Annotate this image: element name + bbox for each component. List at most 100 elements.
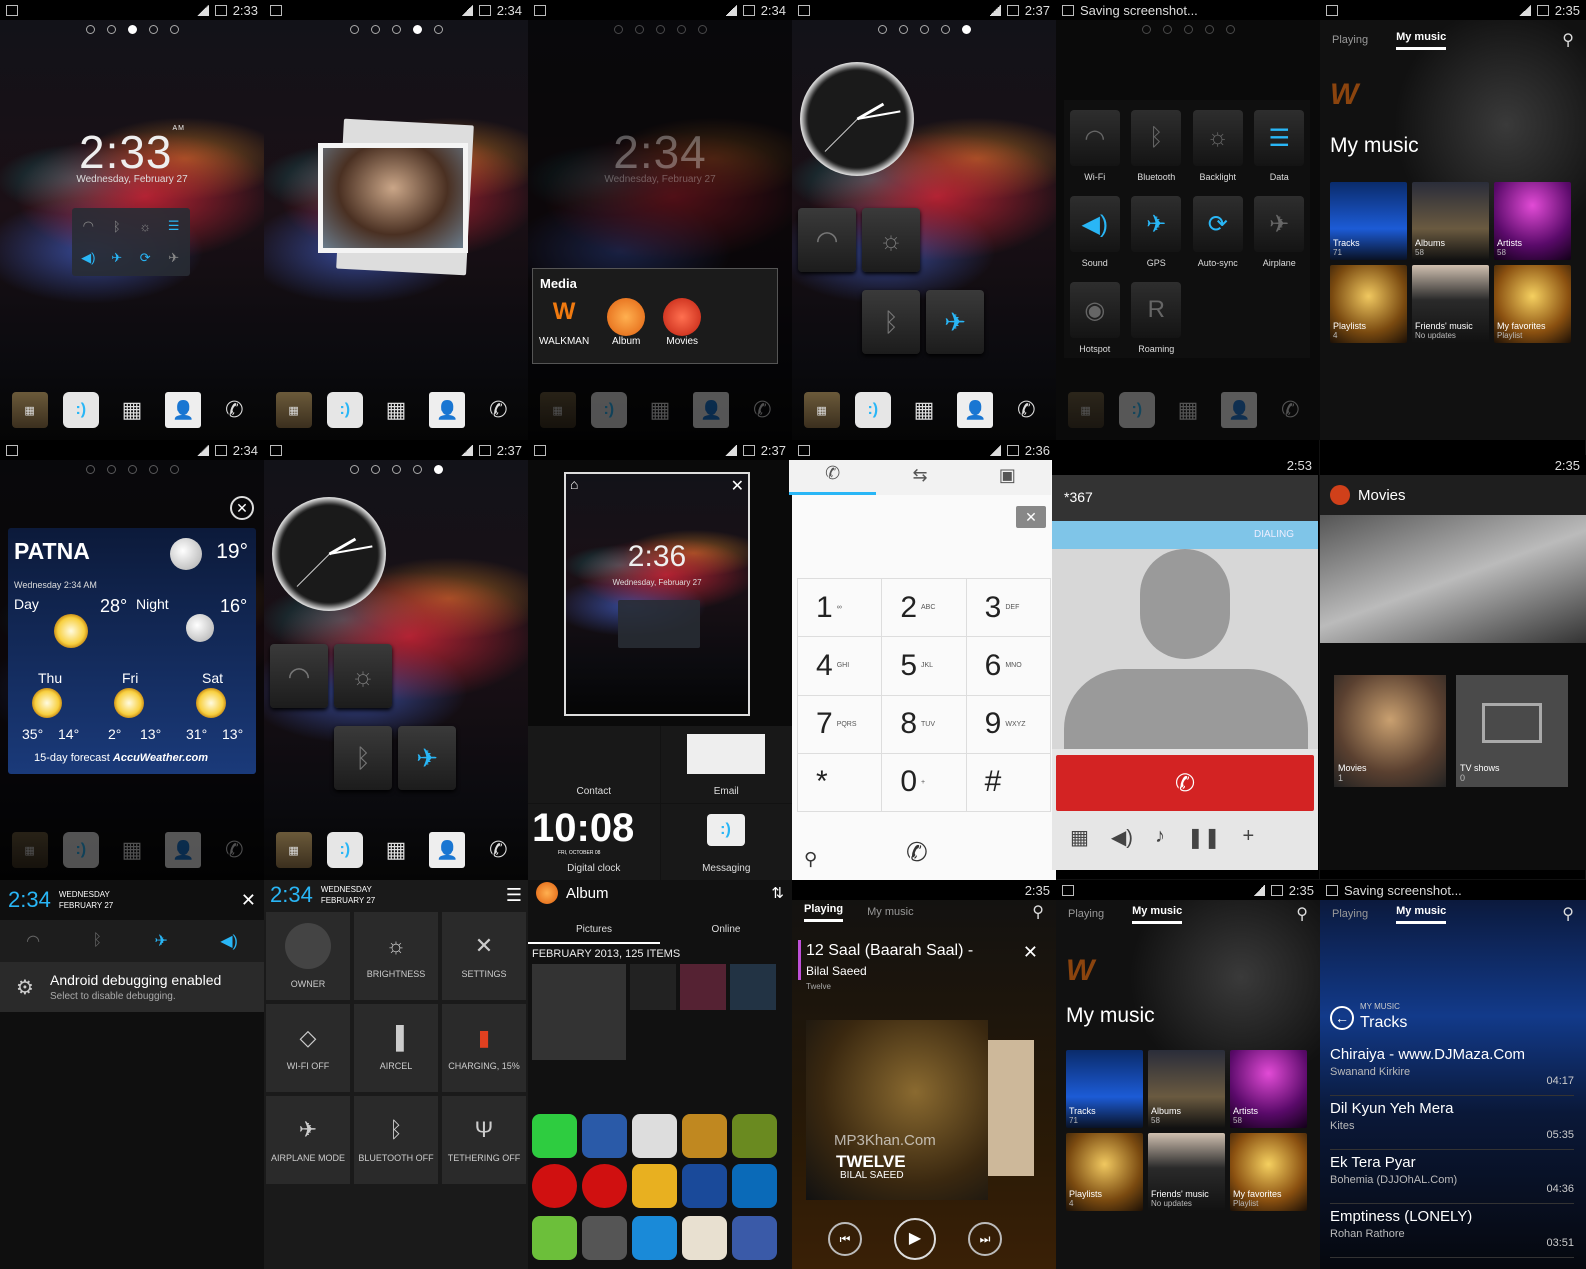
search-icon[interactable]: ⚲ [1296,904,1308,924]
folder-icon[interactable]: ▦ [275,832,312,868]
next-icon[interactable]: ⏭ [968,1222,1002,1256]
tab-playing[interactable]: Playing [1068,908,1104,920]
list-item[interactable]: Ek Tera Pyar Bohemia (DJJOhAL.Com) 04:36 [1330,1154,1574,1204]
tile-albums[interactable]: Albums 58 [1148,1050,1225,1128]
folder-icon[interactable] [632,1164,677,1208]
back-arrow-icon[interactable]: ← [1330,1006,1354,1030]
control-data[interactable]: ☰ Data [1249,100,1311,186]
analog-clock-widget[interactable] [272,497,386,611]
toggle-bluetooth[interactable]: ᛒ BLUETOOTH OFF [354,1096,438,1184]
tile-my-favorites[interactable]: My favorites Playlist [1230,1133,1307,1211]
tile-friends-music[interactable]: Friends' music No updates [1412,265,1489,343]
toggle-brightness[interactable]: ☼ BRIGHTNESS [354,912,438,1000]
list-item[interactable]: Dil Kyun Yeh Mera Kites 05:35 [1330,1100,1574,1150]
tab-my-music[interactable]: My music [1132,905,1183,924]
messaging-icon[interactable]: :) [854,392,891,428]
movies-app[interactable]: Movies [663,298,702,347]
app-icon[interactable] [632,1114,677,1158]
dial-key[interactable]: 7 PQRS [798,695,882,753]
weather-widget[interactable]: PATNA 19° Wednesday 2:34 AM Day 28° Nigh… [8,528,256,774]
search-icon[interactable]: ⚲ [1562,30,1574,50]
search-icon[interactable]: ⚲ [804,849,817,870]
tab-playing[interactable]: Playing [1332,34,1368,46]
add-call-icon[interactable]: + [1242,825,1254,850]
messaging-icon[interactable]: :) [326,392,363,428]
control-gps[interactable]: ✈ GPS [1126,186,1188,272]
album-app[interactable]: Album [607,298,646,347]
play-icon[interactable]: ▶ [894,1218,936,1260]
backspace-icon[interactable]: ✕ [1016,506,1046,528]
apps-grid-icon[interactable]: ▦ [906,392,942,428]
apps-grid-icon[interactable]: ▦ [378,392,414,428]
gps-toggle-icon[interactable]: ✈ [398,726,456,790]
phone-icon[interactable]: ✆ [480,832,516,868]
tab-pictures[interactable]: Pictures [528,916,660,944]
contacts-icon[interactable]: 👤 [957,392,994,428]
tab-contacts-icon[interactable]: ▣ [964,455,1051,495]
clock-widget[interactable]: 2:33AM [0,125,264,179]
list-icon[interactable]: ☰ [506,885,522,906]
phone-icon[interactable]: ✆ [480,392,516,428]
opera-mini-icon[interactable] [582,1164,627,1208]
game-icon[interactable] [732,1114,777,1158]
contacts-icon[interactable]: 👤 [693,392,730,428]
page-indicator[interactable] [0,25,264,34]
analog-clock-widget[interactable] [800,62,914,176]
apps-grid-icon[interactable]: ▦ [114,392,150,428]
messaging-icon[interactable]: :) [326,832,363,868]
settings-icon[interactable]: ✕ [241,890,256,911]
wifi-toggle-icon[interactable]: ◠ [270,644,328,708]
control-roaming[interactable]: R Roaming [1126,272,1188,358]
bluetooth-toggle-icon[interactable]: ᛒ [862,290,920,354]
walkman-app[interactable]: W WALKMAN [539,298,589,347]
folder-icon[interactable]: ▦ [803,392,840,428]
tab-my-music[interactable]: My music [867,906,913,918]
close-icon[interactable]: ✕ [731,476,744,496]
backlight-toggle-icon[interactable]: ☼ [334,644,392,708]
end-call-button[interactable]: ✆ [1056,755,1314,811]
dial-key[interactable]: 5 JKL [882,637,966,695]
opera-icon[interactable] [532,1164,577,1208]
tile-movies[interactable]: Movies 1 [1334,675,1446,787]
apps-grid-icon[interactable]: ▦ [642,392,678,428]
dial-key[interactable]: 9 WXYZ [966,695,1050,753]
dialpad-icon[interactable]: ▦ [1070,825,1089,850]
contacts-icon[interactable]: 👤 [429,392,466,428]
control-sound[interactable]: ◀) Sound [1064,186,1126,272]
toggle-battery[interactable]: ▮ CHARGING, 15% [442,1004,526,1092]
calendar-icon[interactable] [732,1216,777,1260]
dial-key[interactable]: 8 TUV [882,695,966,753]
app-icon[interactable] [582,1114,627,1158]
mute-icon[interactable]: ♪ [1155,825,1165,850]
toggle-settings[interactable]: ✕ SETTINGS [442,912,526,1000]
thumb-photo[interactable] [680,964,726,1010]
control-wifi[interactable]: ◠ Wi-Fi [1064,100,1126,186]
page-indicator[interactable] [792,25,1056,34]
tab-dialer-phone-icon[interactable]: ✆ [789,455,877,495]
hike-icon[interactable] [632,1216,677,1260]
tile-albums[interactable]: Albums 58 [1412,182,1489,260]
bluetooth-toggle-icon[interactable]: ᛒ [334,726,392,790]
previous-icon[interactable]: ⏮ [828,1222,862,1256]
tile-playlists[interactable]: Playlists 4 [1066,1133,1143,1211]
tile-artists[interactable]: Artists 58 [1494,182,1571,260]
hold-icon[interactable]: ❚❚ [1187,825,1221,850]
list-item[interactable]: Emptiness (LONELY) Rohan Rathore 03:51 [1330,1208,1574,1258]
folder-icon[interactable]: ▦ [275,392,312,428]
wifi-toggle-icon[interactable]: ◠ [798,208,856,272]
tile-tracks[interactable]: Tracks 71 [1330,182,1407,260]
dial-key[interactable]: * [798,753,882,811]
home-page-preview[interactable]: 2:36 Wednesday, February 27 ✕ ⌂ [564,472,750,716]
search-icon[interactable]: ⚲ [1562,904,1574,924]
backlight-toggle-icon[interactable]: ☼ [862,208,920,272]
messaging-icon[interactable]: :) [1118,392,1155,428]
photo-widget[interactable] [318,143,468,253]
thumb-photo[interactable] [630,964,676,1010]
phone-icon[interactable]: ✆ [216,832,252,868]
wifi-icon[interactable]: ◠ [75,211,102,241]
tile-tracks[interactable]: Tracks 71 [1066,1050,1143,1128]
control-autosync[interactable]: ⟳ Auto-sync [1187,186,1249,272]
apps-grid-icon[interactable]: ▦ [378,832,414,868]
apps-grid-icon[interactable]: ▦ [1170,392,1206,428]
quick-settings-widget[interactable]: ◠ ᛒ ☼ ☰ ◀) ✈ ⟳ ✈ [72,208,190,276]
